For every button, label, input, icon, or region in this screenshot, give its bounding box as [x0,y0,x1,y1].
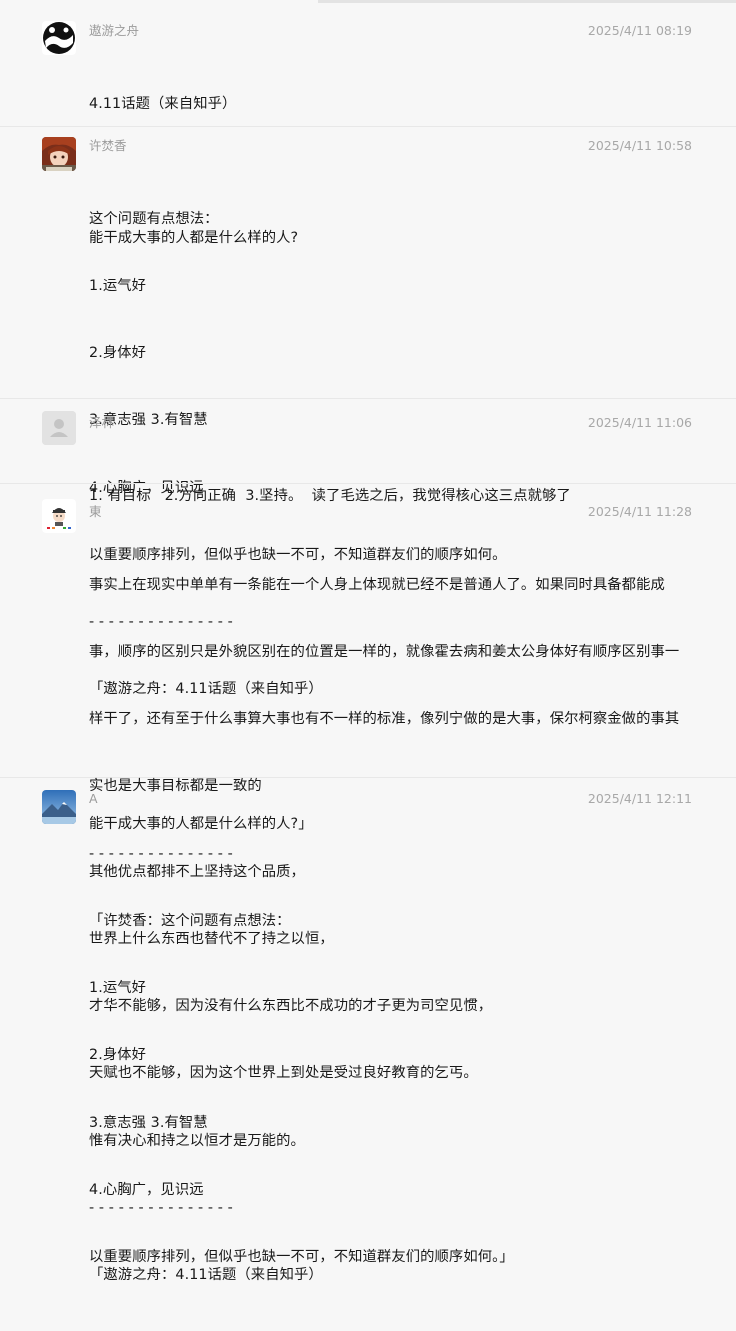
message-line: 2.身体好 [89,345,147,362]
sender-name[interactable]: A [89,791,98,806]
message-timestamp: 2025/4/11 11:06 [587,415,692,430]
message-timestamp: 2025/4/11 12:11 [587,791,692,806]
avatar[interactable] [42,790,76,824]
message-list[interactable]: 遨游之舟 2025/4/11 08:19 4.11话题（来自知乎） 能干成大事的… [0,0,736,1283]
message-body: 其他优点都排不上坚持这个品质， 世界上什么东西也替代不了持之以恒， 才华不能够，… [89,816,692,1331]
panda-avatar-icon [42,21,76,55]
avatar[interactable] [42,411,76,445]
message-line: 才华不能够，因为没有什么东西比不成功的才子更为司空见惯， [89,998,493,1015]
sender-name[interactable]: 泽林 [89,415,114,430]
message-line: 事实上在现实中单单有一条能在一个人身上体现就已经不是普通人了。如果同时具备都能成 [89,576,665,593]
message-line: 1.运气好 [89,278,147,295]
message-header: 泽林 2025/4/11 11:06 [89,412,692,434]
cartoon-avatar-icon [42,499,76,533]
message-line: 惟有决心和持之以恒才是万能的。 [89,1132,305,1149]
avatar[interactable] [42,21,76,55]
message-item[interactable]: A 2025/4/11 12:11 其他优点都排不上坚持这个品质， 世界上什么东… [0,778,736,1283]
message-line: 4.11话题（来自知乎） [89,95,237,112]
sender-name[interactable]: 東 [89,504,102,519]
message-line: 天赋也不能够，因为这个世界上到处是受过良好教育的乞丐。 [89,1065,478,1082]
quote-separator: - - - - - - - - - - - - - - - [89,1199,233,1216]
message-header: 许焚香 2025/4/11 10:58 [89,135,692,157]
anime-avatar-icon [42,137,76,171]
message-item[interactable]: 遨游之舟 2025/4/11 08:19 4.11话题（来自知乎） 能干成大事的… [0,0,736,246]
message-line: 这个问题有点想法： [89,210,219,227]
message-header: A 2025/4/11 12:11 [89,788,692,810]
avatar[interactable] [42,137,76,171]
message-item[interactable]: 泽林 2025/4/11 11:06 1. 有目标 2.方向正确 3.坚持。 读… [0,399,736,504]
sender-name[interactable]: 许焚香 [89,138,127,153]
message-timestamp: 2025/4/11 08:19 [587,23,692,38]
message-line: 样干了，还有至于什么事算大事也有不一样的标准，像列宁做的是大事，保尔柯察金做的事… [89,711,680,728]
avatar[interactable] [42,499,76,533]
default-user-avatar-icon [42,411,76,445]
message-timestamp: 2025/4/11 11:28 [587,504,692,519]
message-timestamp: 2025/4/11 10:58 [587,138,692,153]
message-item[interactable]: 许焚香 2025/4/11 10:58 这个问题有点想法： 1.运气好 2.身体… [0,127,736,832]
message-header: 東 2025/4/11 11:28 [89,501,692,523]
message-line: 世界上什么东西也替代不了持之以恒， [89,931,334,948]
quoted-line: 「遨游之舟：4.11话题（来自知乎） [89,1267,323,1284]
message-header: 遨游之舟 2025/4/11 08:19 [89,20,692,42]
message-line: 其他优点都排不上坚持这个品质， [89,863,305,880]
mountain-avatar-icon [42,790,76,824]
message-item[interactable]: 東 2025/4/11 11:28 事实上在现实中单单有一条能在一个人身上体现就… [0,484,736,1265]
message-line: 事，顺序的区别只是外貌区别在的位置是一样的，就像霍去病和姜太公身体好有顺序区别事… [89,644,680,661]
sender-name[interactable]: 遨游之舟 [89,23,139,38]
